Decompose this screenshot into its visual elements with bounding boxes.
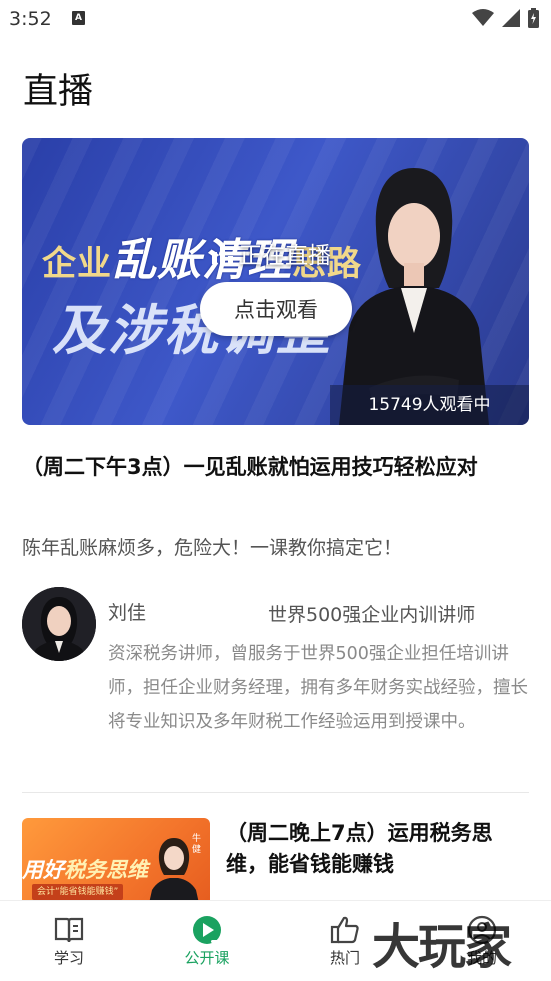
tab-open-class-label: 公开课 bbox=[184, 949, 230, 967]
teacher-avatar-image bbox=[22, 587, 96, 661]
play-circle-icon bbox=[193, 916, 221, 944]
next-course-presenter-image bbox=[148, 838, 200, 908]
tab-open-class[interactable]: 公开课 bbox=[167, 915, 247, 968]
next-course-title[interactable]: （周二晚上7点）运用税务思维，能省钱能赚钱 bbox=[226, 818, 526, 880]
live-banner[interactable]: 企业乱账清理思路 及涉税调整 正在直播 点击观看 15749人观看中 bbox=[22, 138, 529, 425]
tab-study-label: 学习 bbox=[53, 949, 84, 967]
signal-icon bbox=[502, 9, 520, 27]
thumbs-up-icon bbox=[330, 916, 359, 944]
course-title[interactable]: （周二下午3点）一见乱账就怕运用技巧轻松应对 bbox=[22, 453, 534, 482]
course-description: 陈年乱账麻烦多，危险大！一课教你搞定它！ bbox=[22, 537, 403, 559]
battery-charging-icon bbox=[528, 8, 539, 28]
next-course-thumb-subtitle: 会计“能省钱能赚钱” bbox=[32, 884, 124, 900]
status-icons bbox=[472, 8, 539, 28]
live-status-text: 正在直播 bbox=[239, 243, 331, 269]
status-bar: 3:52 A bbox=[0, 0, 551, 38]
book-icon bbox=[54, 917, 84, 943]
divider bbox=[22, 792, 529, 793]
next-course-thumb-prefix: 用好 bbox=[22, 858, 64, 882]
next-course-thumb-text: 用好税务思维 bbox=[22, 854, 148, 884]
live-indicator: 正在直播 bbox=[212, 236, 331, 270]
banner-headline-1-prefix: 企业 bbox=[42, 244, 112, 284]
status-time: 3:52 bbox=[9, 8, 52, 30]
tab-profile[interactable]: 我的 bbox=[442, 915, 522, 968]
teacher-role: 世界500强企业内训讲师 bbox=[268, 604, 476, 626]
profile-icon bbox=[467, 915, 497, 945]
tab-popular-label: 热门 bbox=[329, 949, 360, 967]
viewer-count: 15749人观看中 bbox=[330, 385, 529, 425]
watch-now-button[interactable]: 点击观看 bbox=[200, 282, 352, 336]
page-title: 直播 bbox=[23, 72, 94, 112]
wifi-icon bbox=[472, 9, 494, 26]
tab-study[interactable]: 学习 bbox=[29, 915, 109, 968]
teacher-avatar[interactable] bbox=[22, 587, 96, 661]
bottom-tab-bar: 学习 公开课 热门 我的 bbox=[0, 900, 551, 981]
a-letter-icon: A bbox=[72, 11, 85, 25]
teacher-name: 刘佳 bbox=[108, 602, 147, 624]
live-bars-icon bbox=[212, 242, 233, 264]
next-course-thumb-emphasis: 税务思维 bbox=[64, 858, 148, 882]
next-course-thumbnail[interactable]: 用好税务思维 会计“能省钱能赚钱” 牛健 bbox=[22, 818, 210, 908]
teacher-bio: 资深税务讲师，曾服务于世界500强企业担任培训讲师，担任企业财务经理，拥有多年财… bbox=[108, 644, 528, 732]
tab-popular[interactable]: 热门 bbox=[305, 915, 385, 968]
tab-profile-label: 我的 bbox=[466, 949, 497, 967]
